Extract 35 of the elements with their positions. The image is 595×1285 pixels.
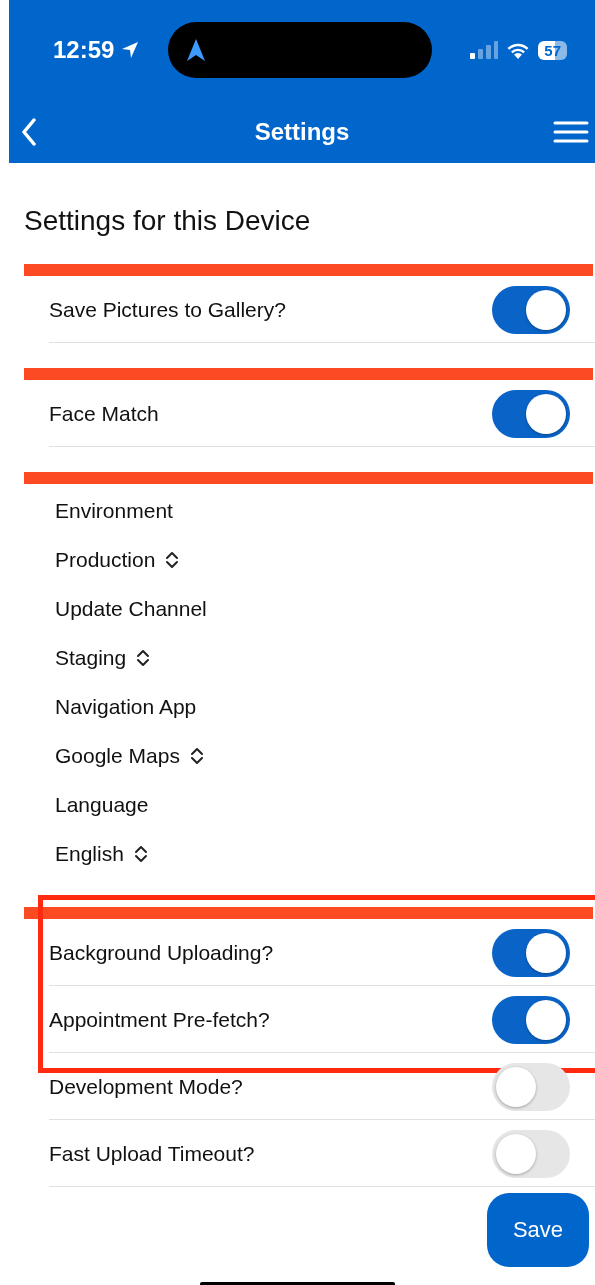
location-arrow-icon xyxy=(120,40,141,60)
setting-label: Fast Upload Timeout? xyxy=(49,1141,255,1166)
setting-label: Face Match xyxy=(49,401,159,426)
toggle-switch[interactable] xyxy=(492,285,570,334)
navigation-arrow-icon xyxy=(186,38,207,62)
setting-label: Save Pictures to Gallery? xyxy=(49,297,286,322)
section-heading: Settings for this Device xyxy=(24,204,312,238)
chevron-up-down-icon xyxy=(165,549,180,570)
save-button[interactable]: Save xyxy=(487,1193,589,1267)
toggle-switch[interactable] xyxy=(492,928,570,977)
status-time: 12:59 xyxy=(53,36,115,64)
chevron-up-down-icon xyxy=(136,647,151,668)
chevron-up-down-icon xyxy=(133,843,148,864)
wifi-icon xyxy=(506,41,531,59)
toggle-switch[interactable] xyxy=(492,389,570,438)
back-icon[interactable] xyxy=(21,117,37,146)
setting-label: Background Uploading? xyxy=(49,940,274,965)
setting-label: Update Channel xyxy=(55,596,207,621)
menu-icon[interactable] xyxy=(553,119,589,144)
battery-indicator: 57 xyxy=(538,40,567,60)
toggle-switch[interactable] xyxy=(492,1062,570,1111)
page-title: Settings xyxy=(254,117,350,146)
picker-select[interactable]: Staging xyxy=(55,645,151,670)
picker-select[interactable]: Google Maps xyxy=(55,743,204,768)
setting-label: Development Mode? xyxy=(49,1074,243,1099)
chevron-up-down-icon xyxy=(189,745,204,766)
toggle-switch[interactable] xyxy=(492,1129,570,1178)
picker-select[interactable]: Production xyxy=(55,547,180,572)
picker-select[interactable]: English xyxy=(55,841,148,866)
setting-label: Environment xyxy=(55,498,173,523)
setting-label: Navigation App xyxy=(55,694,197,719)
setting-label: Language xyxy=(55,792,149,817)
toggle-switch[interactable] xyxy=(492,995,570,1044)
setting-label: Appointment Pre-fetch? xyxy=(49,1007,270,1032)
signal-icon xyxy=(470,41,499,59)
